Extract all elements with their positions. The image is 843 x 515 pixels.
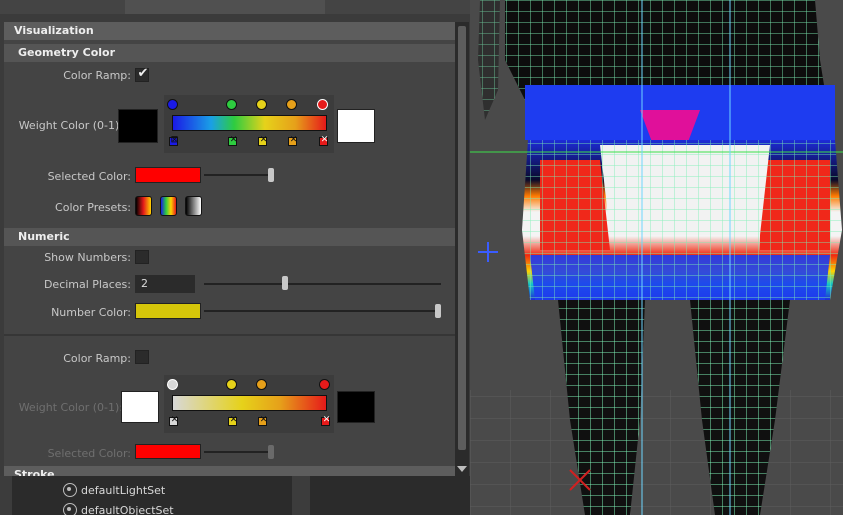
show-numbers-label: Show Numbers: <box>44 251 131 264</box>
color-ramp-checkbox[interactable]: ✔ <box>135 66 149 82</box>
decimal-places-slider-handle[interactable] <box>282 276 288 290</box>
high-weight-color-swatch-2[interactable] <box>337 391 375 423</box>
outliner-item-default-object-set[interactable]: defaultObjectSet <box>63 501 174 515</box>
ramp-key-blue-delete[interactable]: ⊠ <box>169 135 178 146</box>
low-weight-color-swatch-2[interactable] <box>121 391 159 423</box>
top-toolbar-strip <box>0 0 470 14</box>
ramp-key-yellow-delete[interactable]: ✕ <box>258 135 267 146</box>
selected-color-slider-handle[interactable] <box>268 168 274 182</box>
ramp-key-yellow-delete[interactable]: ✕ <box>228 415 237 426</box>
high-weight-color-swatch[interactable] <box>337 109 375 143</box>
decimal-places-field[interactable]: 2 <box>135 275 195 293</box>
ramp-key-red[interactable] <box>319 379 330 390</box>
ramp-key-orange-delete[interactable]: ✕ <box>288 135 297 146</box>
ramp-key-orange-delete[interactable]: ✕ <box>258 415 267 426</box>
preset-rainbow-button[interactable] <box>160 196 177 216</box>
set-icon <box>63 503 77 515</box>
ramp-key-blue[interactable] <box>167 99 178 110</box>
section-header-visualization[interactable]: Visualization <box>4 22 455 40</box>
top-toolbar-field <box>125 0 325 14</box>
ramp-key-orange[interactable] <box>286 99 297 110</box>
selected-color-label-2: Selected Color: <box>47 447 131 460</box>
selected-color-slider-handle-2[interactable] <box>268 445 274 459</box>
section-header-stroke[interactable]: Stroke <box>4 466 455 476</box>
ramp-gradient-bar-2[interactable] <box>172 395 327 411</box>
decimal-places-slider-track[interactable] <box>204 283 441 285</box>
outliner-gutter <box>0 476 12 515</box>
number-color-label: Number Color: <box>51 306 131 319</box>
section-divider <box>4 334 455 336</box>
ramp-key-red[interactable] <box>317 99 328 110</box>
color-presets-label: Color Presets: <box>55 201 131 214</box>
outliner-item-default-light-set[interactable]: defaultLightSet <box>63 481 165 499</box>
ramp-key-yellow[interactable] <box>256 99 267 110</box>
scrollbar-thumb[interactable] <box>458 26 466 450</box>
section-header-numeric[interactable]: Numeric <box>4 228 455 246</box>
outliner-item-label: defaultLightSet <box>81 483 166 497</box>
number-color-slider-track[interactable] <box>204 310 441 312</box>
weight-color-label-2: Weight Color (0-1): <box>18 401 123 414</box>
selected-color-slider-track-2[interactable] <box>204 451 274 453</box>
preset-grayscale-button[interactable] <box>185 196 202 216</box>
selected-color-swatch-2[interactable] <box>135 444 201 459</box>
color-ramp-label-2: Color Ramp: <box>63 352 131 365</box>
color-ramp-editor[interactable]: ⊠ ✕ ✕ ✕ ✕ <box>164 95 334 153</box>
panel-scrollbar[interactable] <box>455 22 469 476</box>
selected-color-swatch[interactable] <box>135 167 201 183</box>
ramp-key-gray[interactable] <box>167 379 178 390</box>
ramp-key-yellow[interactable] <box>226 379 237 390</box>
outliner-divider <box>292 476 310 515</box>
color-ramp-editor-2[interactable]: ✕ ✕ ✕ ✕ <box>164 375 334 433</box>
selected-color-slider-track[interactable] <box>204 174 274 176</box>
attribute-editor-panel: Visualization Geometry Color Color Ramp:… <box>4 22 455 476</box>
selected-color-label: Selected Color: <box>47 170 131 183</box>
checkmark-icon: ✔ <box>137 66 149 81</box>
preset-heat-button[interactable] <box>135 196 152 216</box>
ramp-key-green-delete[interactable]: ✕ <box>228 135 237 146</box>
set-icon <box>63 483 77 497</box>
decimal-places-label: Decimal Places: <box>43 278 131 291</box>
viewport-mesh <box>470 0 843 515</box>
color-ramp-checkbox-2[interactable] <box>135 350 149 364</box>
ramp-gradient-bar[interactable] <box>172 115 327 131</box>
viewport[interactable] <box>470 0 843 515</box>
ramp-key-gray-delete[interactable]: ✕ <box>169 415 178 426</box>
outliner-item-label: defaultObjectSet <box>81 503 174 515</box>
low-weight-color-swatch[interactable] <box>118 109 158 143</box>
number-color-slider-handle[interactable] <box>435 304 441 318</box>
ramp-key-green[interactable] <box>226 99 237 110</box>
ramp-key-orange[interactable] <box>256 379 267 390</box>
outliner: defaultLightSet defaultObjectSet <box>0 476 470 515</box>
section-header-geometry-color[interactable]: Geometry Color <box>4 44 455 62</box>
ramp-key-red-delete[interactable]: ✕ <box>319 135 328 146</box>
scroll-down-arrow-icon[interactable] <box>457 466 467 472</box>
color-ramp-label: Color Ramp: <box>63 69 131 82</box>
ramp-key-red-delete[interactable]: ✕ <box>321 415 330 426</box>
show-numbers-checkbox[interactable] <box>135 250 149 264</box>
weight-color-label: Weight Color (0-1): <box>18 119 123 132</box>
number-color-swatch[interactable] <box>135 303 201 319</box>
